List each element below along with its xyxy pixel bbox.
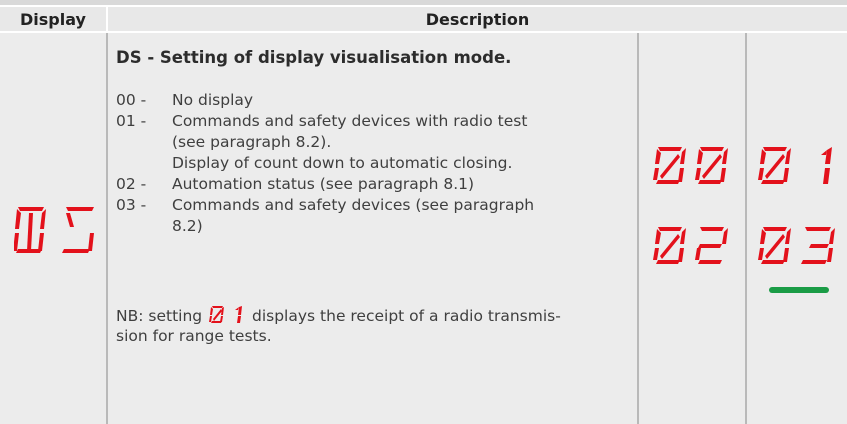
top-rule (0, 0, 847, 5)
option-text: Commands and safety devices (see paragra… (172, 196, 535, 214)
header-description: Description (108, 7, 847, 31)
option-text: (see paragraph 8.2). (172, 133, 332, 151)
option-code: 00 - (116, 91, 147, 109)
option-02-icon (653, 227, 728, 264)
segment-01-icon (209, 306, 243, 323)
column-divider (106, 33, 108, 424)
description-title: DS - Setting of display visualisation mo… (116, 48, 512, 67)
option-text: Display of count down to automatic closi… (172, 154, 513, 172)
option-text: Commands and safety devices with radio t… (172, 112, 528, 130)
default-setting-marker (769, 287, 829, 293)
option-text: Automation status (see paragraph 8.1) (172, 175, 475, 193)
nb-note-line2: sion for range tests. (116, 327, 272, 345)
column-divider (637, 33, 639, 424)
option-text: 8.2) (172, 217, 203, 235)
display-code-ds-icon (14, 207, 94, 253)
option-code: 02 - (116, 175, 147, 193)
nb-suffix: displays the receipt of a radio transmis… (252, 307, 561, 325)
header-display: Display (0, 7, 106, 31)
option-text: No display (172, 91, 254, 109)
nb-note: NB: setting displays the receipt of a ra… (116, 305, 561, 325)
column-divider (745, 33, 747, 424)
nb-prefix: NB: setting (116, 307, 203, 325)
option-code: 03 - (116, 196, 147, 214)
option-code: 01 - (116, 112, 147, 130)
option-01-icon (758, 147, 832, 184)
option-00-icon (653, 147, 728, 184)
option-03-icon (758, 227, 835, 264)
